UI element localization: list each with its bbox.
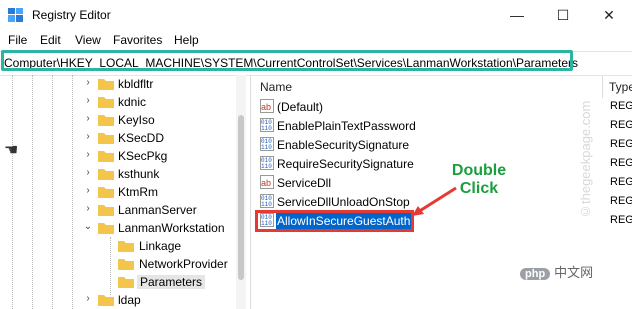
registry-tree: › kbldfltr › kdnic › KeyIso › KSecDD › K… bbox=[0, 75, 248, 309]
folder-icon bbox=[98, 151, 114, 162]
chevron-right-icon[interactable]: › bbox=[82, 185, 94, 196]
svg-text:ab: ab bbox=[261, 102, 271, 112]
binary-value-icon: 010110 bbox=[260, 137, 274, 151]
string-value-icon: ab bbox=[260, 175, 274, 189]
value-row-enablesecuritysignature[interactable]: 010 110 EnableSecuritySignature bbox=[258, 136, 598, 154]
chevron-right-icon[interactable]: › bbox=[82, 203, 94, 214]
tree-item-lanmanserver[interactable]: › LanmanServer bbox=[0, 201, 236, 219]
folder-icon bbox=[98, 169, 114, 180]
tree-item-networkprovider[interactable]: NetworkProvider bbox=[0, 255, 236, 273]
tree-item-ksecpkg[interactable]: › KSecPkg bbox=[0, 147, 236, 165]
registry-editor-icon bbox=[8, 8, 23, 22]
chevron-right-icon[interactable]: › bbox=[82, 149, 94, 160]
tree-item-lanmanworkstation[interactable]: ⌄ LanmanWorkstation bbox=[0, 219, 236, 237]
php-logo: php 中文网 bbox=[520, 262, 593, 281]
folder-icon bbox=[98, 79, 114, 90]
column-header-name[interactable]: Name bbox=[260, 80, 292, 94]
chevron-right-icon[interactable]: › bbox=[82, 95, 94, 106]
tree-item-linkage[interactable]: Linkage bbox=[0, 237, 236, 255]
tree-item-ldap[interactable]: › ldap bbox=[0, 291, 236, 309]
folder-icon bbox=[98, 295, 114, 306]
folder-open-icon bbox=[98, 223, 114, 234]
binary-value-icon: 010110 bbox=[260, 194, 274, 208]
arrow-icon bbox=[412, 186, 457, 216]
chevron-right-icon[interactable]: › bbox=[82, 131, 94, 142]
value-row-enableplaintextpassword[interactable]: 010 110 EnablePlainTextPassword bbox=[258, 117, 598, 135]
folder-icon bbox=[98, 205, 114, 216]
tree-item-kdnic[interactable]: › kdnic bbox=[0, 93, 236, 111]
folder-icon bbox=[118, 241, 134, 252]
tree-item-ksthunk[interactable]: › ksthunk bbox=[0, 165, 236, 183]
annotation-line-1: Double bbox=[451, 162, 507, 179]
window-title: Registry Editor bbox=[32, 8, 111, 22]
hand-cursor-icon: ☚ bbox=[4, 142, 19, 159]
pane-splitter[interactable] bbox=[250, 75, 251, 309]
watermark: ©thegeekpage.com bbox=[578, 100, 593, 220]
chevron-right-icon[interactable]: › bbox=[82, 293, 94, 304]
tree-item-kbldfltr[interactable]: › kbldfltr bbox=[0, 75, 236, 93]
svg-text:ab: ab bbox=[261, 178, 271, 188]
svg-text:110: 110 bbox=[261, 125, 272, 132]
binary-value-icon: 010110 bbox=[260, 118, 274, 132]
address-highlight-box bbox=[1, 50, 573, 71]
folder-icon bbox=[98, 187, 114, 198]
svg-text:110: 110 bbox=[261, 144, 272, 151]
maximize-button[interactable]: ☐ bbox=[540, 0, 586, 30]
folder-icon bbox=[98, 133, 114, 144]
chevron-down-icon[interactable]: ⌄ bbox=[82, 221, 94, 232]
menu-favorites[interactable]: Favorites bbox=[113, 33, 162, 47]
tree-item-keyiso[interactable]: › KeyIso bbox=[0, 111, 236, 129]
chevron-right-icon[interactable]: › bbox=[82, 167, 94, 178]
folder-icon bbox=[98, 97, 114, 108]
svg-text:110: 110 bbox=[261, 201, 272, 208]
chevron-right-icon[interactable]: › bbox=[82, 77, 94, 88]
title-bar: Registry Editor — ☐ ✕ bbox=[0, 0, 632, 30]
menu-view[interactable]: View bbox=[75, 33, 101, 47]
value-row-default[interactable]: ab (Default) bbox=[258, 98, 598, 116]
svg-text:110: 110 bbox=[261, 163, 272, 170]
tree-item-parameters[interactable]: Parameters bbox=[0, 273, 236, 291]
folder-icon bbox=[118, 259, 134, 270]
menu-help[interactable]: Help bbox=[174, 33, 199, 47]
value-row-requiresecuritysignature[interactable]: 010 110 RequireSecuritySignature bbox=[258, 155, 598, 173]
close-button[interactable]: ✕ bbox=[586, 0, 632, 30]
folder-open-icon bbox=[118, 277, 134, 288]
menu-edit[interactable]: Edit bbox=[40, 33, 61, 47]
chevron-right-icon[interactable]: › bbox=[82, 113, 94, 124]
string-value-icon: ab bbox=[260, 99, 274, 113]
tree-scrollbar-thumb[interactable] bbox=[238, 115, 244, 280]
binary-value-icon: 010110 bbox=[260, 156, 274, 170]
folder-icon bbox=[98, 115, 114, 126]
tree-item-ksecdd[interactable]: › KSecDD bbox=[0, 129, 236, 147]
menu-file[interactable]: File bbox=[8, 33, 27, 47]
tree-item-ktmrm[interactable]: › KtmRm bbox=[0, 183, 236, 201]
selected-value-outline bbox=[255, 210, 414, 232]
minimize-button[interactable]: — bbox=[494, 0, 540, 30]
